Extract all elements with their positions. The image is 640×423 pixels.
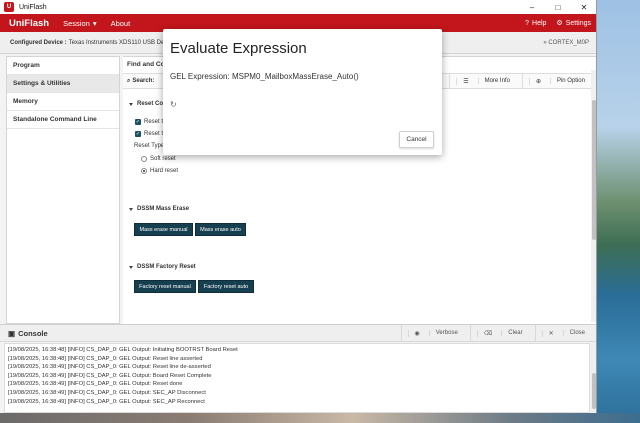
uniflash-window: U UniFlash – □ ✕ UniFlash Session ▾ Abou… [0,0,597,413]
gel-expression-text: GEL Expression: MSPM0_MailboxMassErase_A… [170,72,359,81]
cancel-button[interactable]: Cancel [399,131,434,148]
loading-spinner-icon: ↻ [170,100,177,109]
dialog-title: Evaluate Expression [170,40,307,57]
desktop-background [597,0,640,423]
desktop-background-bottom [0,413,640,423]
evaluate-expression-dialog: Evaluate Expression GEL Expression: MSPM… [163,29,442,155]
